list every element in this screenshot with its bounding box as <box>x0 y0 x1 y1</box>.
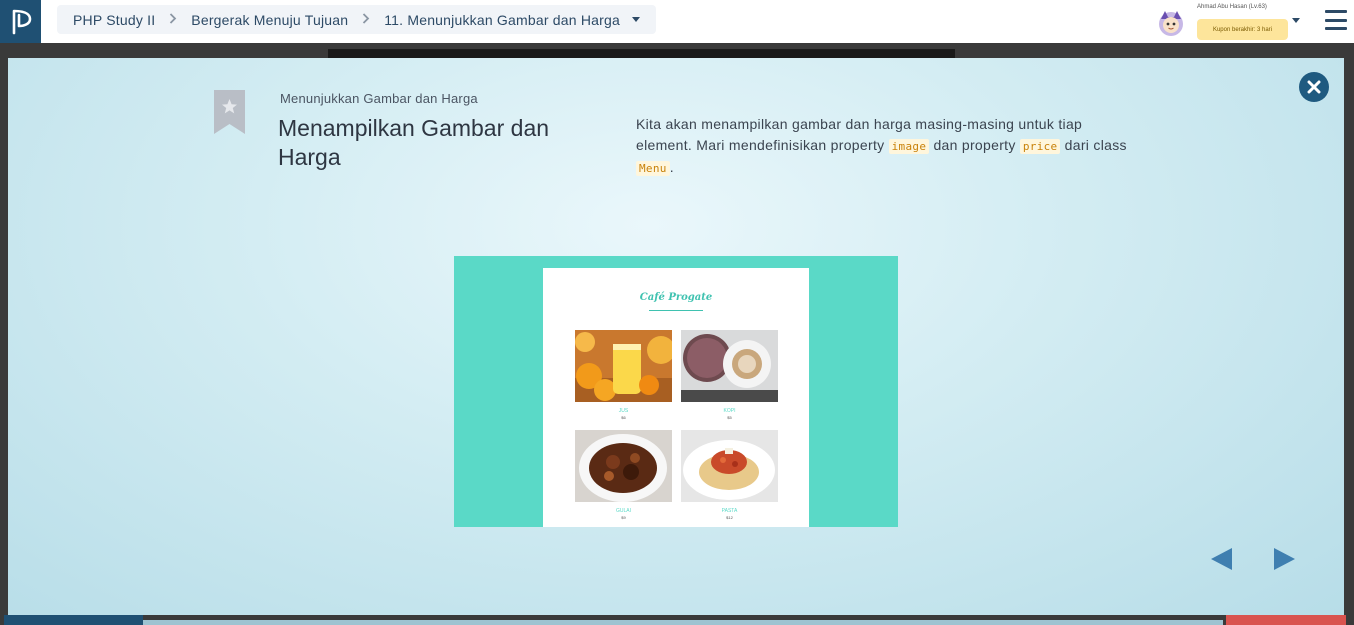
avatar[interactable] <box>1156 8 1186 38</box>
close-button[interactable] <box>1299 72 1329 102</box>
coupon-badge: Kupon berakhir: 3 hari <box>1197 19 1288 40</box>
cafe-title: Café Progate <box>639 292 713 303</box>
food-price: $12 <box>726 515 733 520</box>
user-name: Ahmad Abu Hasan (Lv.63) <box>1197 4 1267 10</box>
background-bottom-bar <box>143 620 1223 625</box>
slide-modal: Menunjukkan Gambar dan Harga Menampilkan… <box>8 58 1344 615</box>
gulai-photo <box>575 430 672 502</box>
food-label: KOPI <box>723 408 736 414</box>
preview-image: Café Progate JUS $6 KOPI $5 GULAI $9 PAS… <box>454 256 898 527</box>
top-bar: PHP Study II Bergerak Menuju Tujuan 11. … <box>0 0 1354 43</box>
previous-slide-icon[interactable] <box>1211 548 1233 570</box>
breadcrumb: PHP Study II Bergerak Menuju Tujuan 11. … <box>57 5 656 34</box>
background-bottom-left <box>4 615 143 625</box>
breadcrumb-course[interactable]: PHP Study II <box>73 12 155 28</box>
food-price: $5 <box>727 415 732 420</box>
background-bottom-right <box>1226 615 1346 625</box>
progate-logo[interactable] <box>0 0 41 43</box>
breadcrumb-chapter[interactable]: Bergerak Menuju Tujuan <box>191 12 348 28</box>
slide-subtitle: Menunjukkan Gambar dan Harga <box>280 91 478 106</box>
slide-description: Kita akan menampilkan gambar dan harga m… <box>636 116 1127 176</box>
chevron-down-icon[interactable] <box>1292 18 1300 23</box>
user-menu[interactable]: Ahmad Abu Hasan (Lv.63) Kupon berakhir: … <box>1156 4 1306 40</box>
next-slide-icon[interactable] <box>1273 548 1295 570</box>
breadcrumb-lesson[interactable]: 11. Menunjukkan Gambar dan Harga <box>384 12 620 28</box>
pasta-photo <box>681 430 778 502</box>
hamburger-menu-icon[interactable] <box>1325 10 1347 30</box>
code-price: price <box>1019 139 1061 154</box>
juice-photo <box>575 330 672 402</box>
food-price: $6 <box>621 415 626 420</box>
food-label: PASTA <box>721 508 738 514</box>
food-label: JUS <box>618 408 629 414</box>
bookmark-icon[interactable] <box>213 90 246 135</box>
code-menu: Menu <box>636 161 670 176</box>
chevron-down-icon[interactable] <box>631 17 640 22</box>
chevron-right-icon <box>362 12 370 27</box>
coffee-photo <box>681 330 778 402</box>
code-image: image <box>888 139 930 154</box>
divider <box>649 310 703 311</box>
menu-card: Café Progate JUS $6 KOPI $5 GULAI $9 PAS… <box>543 268 809 527</box>
chevron-right-icon <box>169 12 177 27</box>
food-label: GULAI <box>615 508 631 514</box>
food-price: $9 <box>621 515 626 520</box>
slide-title: Menampilkan Gambar dan Harga <box>278 115 550 170</box>
close-icon <box>1307 80 1321 94</box>
logo-icon <box>12 9 31 34</box>
